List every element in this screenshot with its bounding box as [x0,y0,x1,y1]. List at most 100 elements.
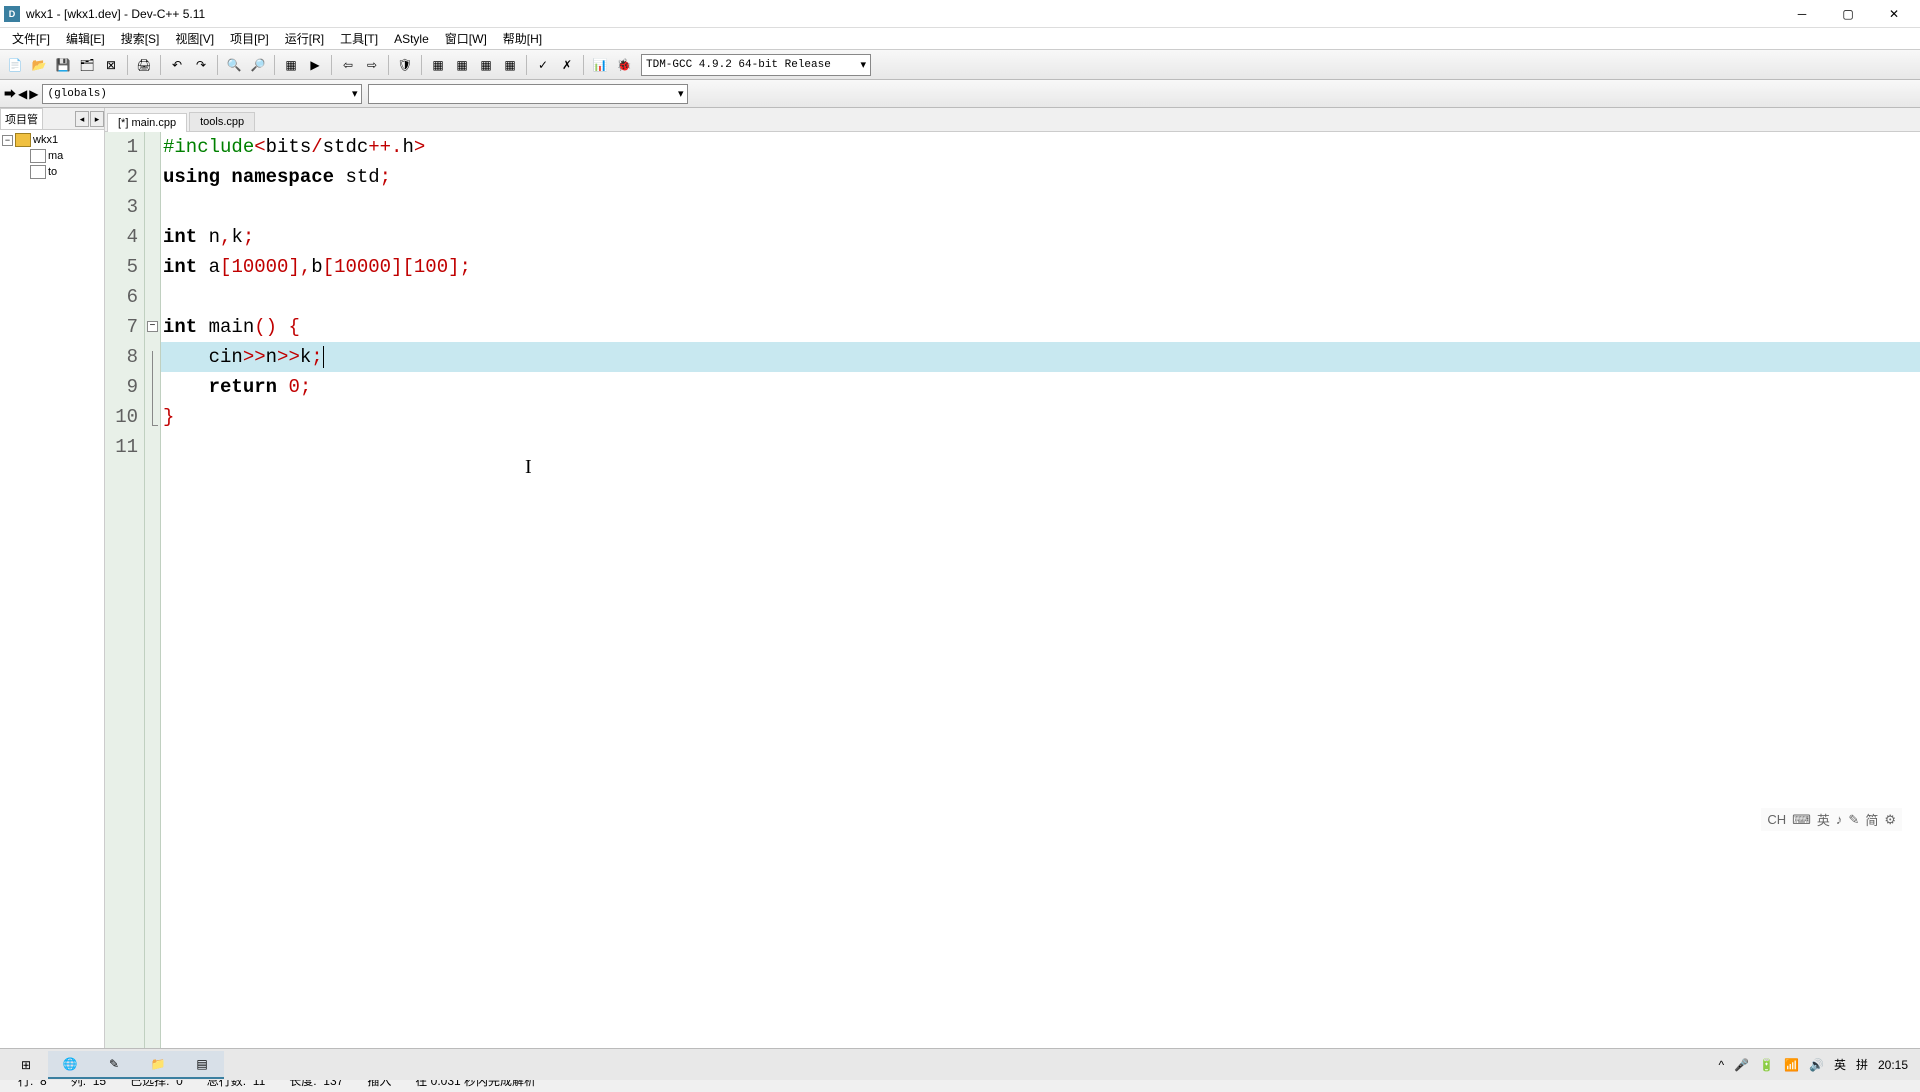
menu-view[interactable]: 视图[V] [167,28,222,49]
project-tree[interactable]: − wkx1 ma to [0,130,104,1050]
tray-wifi-icon[interactable]: 📶 [1784,1058,1799,1072]
tray-chevron-icon[interactable]: ^ [1718,1058,1724,1072]
maximize-button[interactable]: ▢ [1834,4,1862,24]
scope-select[interactable]: (globals) ▾ [42,84,362,104]
menu-help[interactable]: 帮助[H] [495,28,550,49]
code-line[interactable]: int n,k; [161,222,1920,252]
tray-lang1[interactable]: 英 [1834,1056,1846,1073]
window-controls: ─ ▢ ✕ [1788,4,1916,24]
code-line[interactable]: using namespace std; [161,162,1920,192]
ime-item[interactable]: ⚙ [1884,812,1896,828]
run-icon[interactable]: ▶ [304,54,326,76]
taskbar-explorer[interactable]: 📁 [136,1051,180,1079]
fold-toggle-icon[interactable]: − [147,321,158,332]
print-icon[interactable]: 🖨 [133,54,155,76]
menu-project[interactable]: 项目[P] [222,28,277,49]
bookmark-next-icon[interactable]: ▶ [29,87,38,101]
grid4-icon[interactable]: ▦ [499,54,521,76]
menu-search[interactable]: 搜索[S] [113,28,168,49]
redo-icon[interactable]: ↷ [190,54,212,76]
grid3-icon[interactable]: ▦ [475,54,497,76]
compile-icon[interactable]: ▦ [280,54,302,76]
tree-project-node[interactable]: − wkx1 [2,132,102,148]
ime-item[interactable]: CH [1767,812,1786,827]
cancel-icon[interactable]: ✗ [556,54,578,76]
file-icon [30,165,46,179]
toolbar-separator [274,55,275,75]
profile-icon[interactable]: 📊 [589,54,611,76]
editor-tab-tools[interactable]: tools.cpp [189,112,255,131]
sidebar-tab-project[interactable]: 项目管 [0,108,43,129]
sidebar-nav-left[interactable]: ◂ [75,111,89,127]
menu-window[interactable]: 窗口[W] [437,28,495,49]
tray-volume-icon[interactable]: 🔊 [1809,1058,1824,1072]
code-editor[interactable]: 1234567891011 − #include<bits/stdc++.h>u… [105,132,1920,1068]
ime-item[interactable]: 简 [1865,810,1878,829]
save-all-icon[interactable]: 🗂 [76,54,98,76]
ime-item[interactable]: ⌨ [1792,812,1811,828]
chevron-down-icon: ▾ [860,58,866,72]
check-icon[interactable]: ✓ [532,54,554,76]
tree-file-node[interactable]: to [2,164,102,180]
code-line[interactable]: int a[10000],b[10000][100]; [161,252,1920,282]
title-bar: D wkx1 - [wkx1.dev] - Dev-C++ 5.11 ─ ▢ ✕ [0,0,1920,28]
tray-mic-icon[interactable]: 🎤 [1734,1058,1749,1072]
ime-item[interactable]: ♪ [1836,812,1843,827]
new-file-icon[interactable]: 📄 [4,54,26,76]
code-line[interactable]: cin>>n>>k; [161,342,1920,372]
menu-run[interactable]: 运行[R] [277,28,332,49]
code-line[interactable]: return 0; [161,372,1920,402]
minimize-button[interactable]: ─ [1788,4,1816,24]
bookmark-icon[interactable]: 🛡 [394,54,416,76]
forward-icon[interactable]: ⇨ [361,54,383,76]
taskbar-devcpp[interactable]: ▤ [180,1051,224,1079]
code-line[interactable] [161,432,1920,462]
compiler-select[interactable]: TDM-GCC 4.9.2 64-bit Release ▾ [641,54,871,76]
toolbar-separator [160,55,161,75]
menu-astyle[interactable]: AStyle [386,30,437,48]
ime-item[interactable]: 英 [1817,810,1830,829]
back-icon[interactable]: ⇦ [337,54,359,76]
tree-file-node[interactable]: ma [2,148,102,164]
tray-lang2[interactable]: 拼 [1856,1056,1868,1073]
code-line[interactable] [161,192,1920,222]
taskbar-app[interactable]: ✎ [92,1051,136,1079]
fold-gutter: − [145,132,161,1068]
find-icon[interactable]: 🔍 [223,54,245,76]
main-area: 项目管 ◂ ▸ − wkx1 ma to ◂ ▸ [0,108,1920,1068]
editor-tab-main[interactable]: [*] main.cpp [107,113,187,132]
menu-file[interactable]: 文件[F] [4,28,58,49]
sidebar-nav-right[interactable]: ▸ [90,111,104,127]
code-line[interactable] [161,282,1920,312]
save-icon[interactable]: 💾 [52,54,74,76]
code-content[interactable]: #include<bits/stdc++.h>using namespace s… [161,132,1920,1068]
menu-edit[interactable]: 编辑[E] [58,28,113,49]
tree-collapse-icon[interactable]: − [2,135,13,146]
grid2-icon[interactable]: ▦ [451,54,473,76]
debug-icon[interactable]: 🐞 [613,54,635,76]
toolbar-separator [421,55,422,75]
close-button[interactable]: ✕ [1880,4,1908,24]
goto-icon[interactable]: ⮕ [4,85,16,102]
chevron-down-icon: ▾ [678,87,684,101]
tree-file-label: to [48,166,57,178]
ime-item[interactable]: ✎ [1848,812,1859,828]
ime-indicator[interactable]: CH ⌨ 英 ♪ ✎ 简 ⚙ [1761,808,1902,831]
taskbar-chrome[interactable]: 🌐 [48,1051,92,1079]
code-line[interactable]: int main() { [161,312,1920,342]
tray-battery-icon[interactable]: 🔋 [1759,1058,1774,1072]
tray-clock[interactable]: 20:15 [1878,1058,1908,1072]
tree-file-label: ma [48,150,63,162]
code-line[interactable]: #include<bits/stdc++.h> [161,132,1920,162]
editor-tabs: [*] main.cpp tools.cpp [105,108,1920,132]
grid1-icon[interactable]: ▦ [427,54,449,76]
menu-tools[interactable]: 工具[T] [332,28,386,49]
code-line[interactable]: } [161,402,1920,432]
replace-icon[interactable]: 🔎 [247,54,269,76]
start-button[interactable]: ⊞ [4,1051,48,1079]
open-file-icon[interactable]: 📂 [28,54,50,76]
bookmark-prev-icon[interactable]: ◀ [18,87,27,101]
undo-icon[interactable]: ↶ [166,54,188,76]
close-file-icon[interactable]: ⊠ [100,54,122,76]
symbol-select[interactable]: ▾ [368,84,688,104]
